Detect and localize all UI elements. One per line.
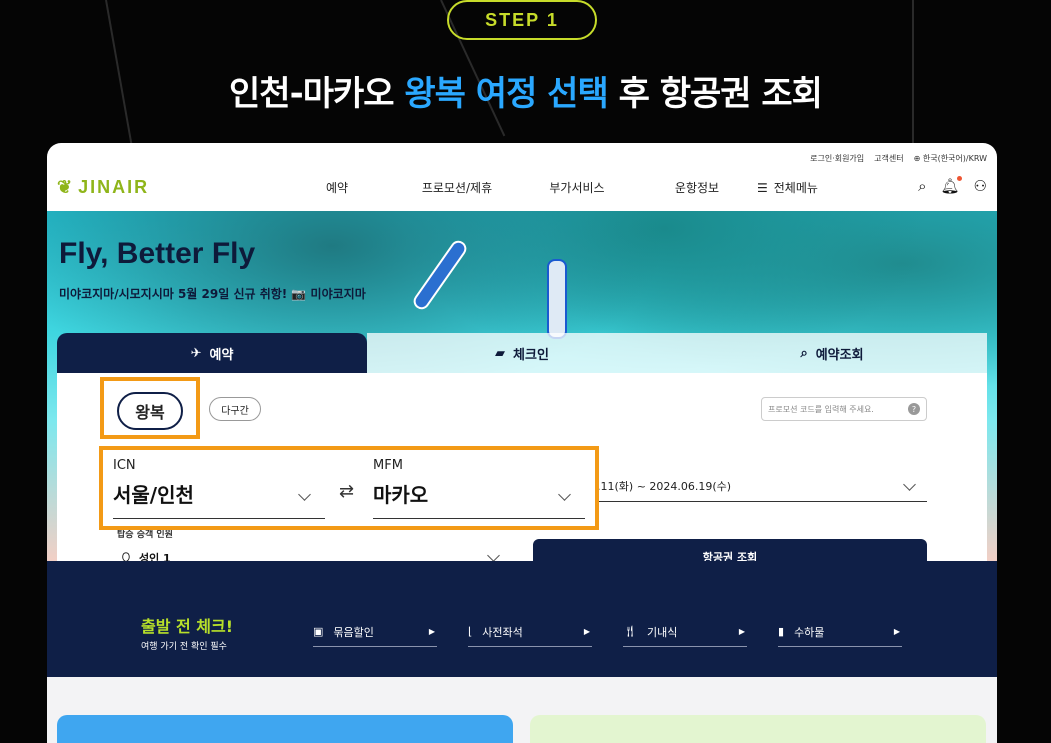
header-icons: ⌕ 🔔︎ ⚇: [918, 176, 987, 195]
route-highlight: [99, 446, 599, 530]
bundle-label: 묶음할인: [333, 625, 374, 639]
date-field[interactable]: .11(화) ~ 2024.06.19(수): [597, 478, 731, 494]
baggage-label: 수하물: [794, 625, 825, 639]
seat-label: 사전좌석: [482, 625, 523, 639]
pre-departure-bar: 출발 전 체크! 여행 가기 전 확인 필수 ▣ 묶음할인 ▶ ⌊ 사전좌석 ▶ 🍴︎ 기…: [47, 561, 997, 677]
chevron-down-icon[interactable]: [903, 478, 916, 491]
customer-center-link[interactable]: 고객센터: [874, 153, 903, 164]
promo-placeholder: 프로모션 코드를 입력해 주세요.: [768, 404, 874, 414]
website-screenshot: 로그인·회원가입 고객센터 ⊕ 한국(한국어)/KRW ❦ JINAIR 예약 …: [47, 143, 997, 743]
ticket-icon: ▰: [495, 345, 506, 361]
page-headline: 인천-마카오 왕복 여정 선택 후 항공권 조회: [0, 66, 1051, 115]
user-icon[interactable]: ⚇: [974, 177, 987, 195]
arrow-right-icon: ▶: [893, 627, 900, 636]
nav-item-services[interactable]: 부가서비스: [517, 179, 637, 196]
help-icon[interactable]: ?: [908, 403, 920, 415]
main-nav: 예약 프로모션/제휴 부가서비스 운항정보 ☰ 전체메뉴: [277, 179, 877, 196]
tutorial-stage: STEP 1 인천-마카오 왕복 여정 선택 후 항공권 조회 로그인·회원가입…: [0, 0, 1051, 743]
step-badge: STEP 1: [447, 0, 597, 40]
tab-booking-label: 예약: [209, 347, 234, 363]
tab-booking[interactable]: ✈ 예약: [57, 333, 367, 373]
tab-reservation-lookup[interactable]: ⌕ 예약조회: [677, 333, 987, 373]
bell-icon[interactable]: 🔔︎: [941, 176, 962, 195]
language-label: 한국(한국어)/KRW: [922, 154, 987, 163]
tab-checkin[interactable]: ▰ 체크인: [367, 333, 677, 373]
paddleboard-image: [410, 237, 470, 313]
promo-card[interactable]: [530, 715, 986, 743]
promo-card[interactable]: [57, 715, 513, 743]
language-link[interactable]: ⊕ 한국(한국어)/KRW: [914, 153, 987, 164]
arrow-right-icon: ▶: [428, 627, 435, 636]
round-trip-highlight: [100, 377, 200, 439]
nav-all-menu[interactable]: ☰ 전체메뉴: [757, 179, 877, 196]
bundle-discount-link[interactable]: ▣ 묶음할인 ▶: [313, 617, 437, 647]
booking-tabs: ✈ 예약 ▰ 체크인 ⌕ 예약조회: [57, 333, 987, 373]
hamburger-icon: ☰: [757, 180, 768, 195]
seat-selection-link[interactable]: ⌊ 사전좌석 ▶: [468, 617, 592, 647]
headline-part2: 후 항공권 조회: [607, 74, 823, 114]
tab-lookup-label: 예약조회: [815, 347, 864, 363]
gift-icon: ▣: [313, 625, 324, 638]
all-menu-label: 전체메뉴: [773, 181, 818, 195]
meal-label: 기내식: [646, 625, 678, 639]
nav-item-flight-info[interactable]: 운항정보: [637, 179, 757, 196]
promo-cards-area: [47, 677, 997, 743]
multi-city-button[interactable]: 다구간: [209, 397, 261, 421]
nav-item-promotion[interactable]: 프로모션/제휴: [397, 179, 517, 196]
checkbar-title: 출발 전 체크!: [141, 617, 234, 636]
chevron-down-icon[interactable]: [487, 549, 500, 562]
search-icon: ⌕: [800, 345, 808, 361]
luggage-icon: ▮: [778, 625, 785, 638]
arrow-right-icon: ▶: [738, 627, 745, 636]
tab-checkin-label: 체크인: [513, 347, 549, 363]
hero-title: Fly, Better Fly: [59, 237, 256, 270]
butterfly-icon: ❦: [57, 177, 75, 197]
seat-icon: ⌊: [468, 625, 473, 638]
checkbar-subtitle: 여행 가기 전 확인 필수: [141, 642, 227, 652]
globe-icon: ⊕: [913, 154, 921, 163]
hero-subtitle[interactable]: 미야코지마/시모지시마 5월 29일 신규 취항! 📷 미야코지마: [59, 285, 366, 302]
nav-item-booking[interactable]: 예약: [277, 179, 397, 196]
paddleboard-image: [547, 259, 567, 339]
promo-code-input[interactable]: 프로모션 코드를 입력해 주세요. ?: [761, 397, 927, 421]
baggage-link[interactable]: ▮ 수하물 ▶: [778, 617, 902, 647]
login-link[interactable]: 로그인·회원가입: [810, 153, 864, 164]
date-underline: [597, 501, 927, 502]
search-icon[interactable]: ⌕: [918, 177, 926, 195]
headline-accent: 왕복 여정 선택: [404, 74, 608, 114]
cutlery-icon: 🍴︎: [623, 625, 637, 638]
arrow-right-icon: ▶: [583, 627, 590, 636]
inflight-meal-link[interactable]: 🍴︎ 기내식 ▶: [623, 617, 747, 647]
logo-text: JINAIR: [78, 177, 150, 197]
jinair-logo[interactable]: ❦ JINAIR: [57, 177, 149, 198]
utility-links: 로그인·회원가입 고객센터 ⊕ 한국(한국어)/KRW: [810, 153, 987, 164]
headline-part1: 인천-마카오: [229, 74, 405, 114]
plane-icon: ✈: [190, 345, 202, 361]
